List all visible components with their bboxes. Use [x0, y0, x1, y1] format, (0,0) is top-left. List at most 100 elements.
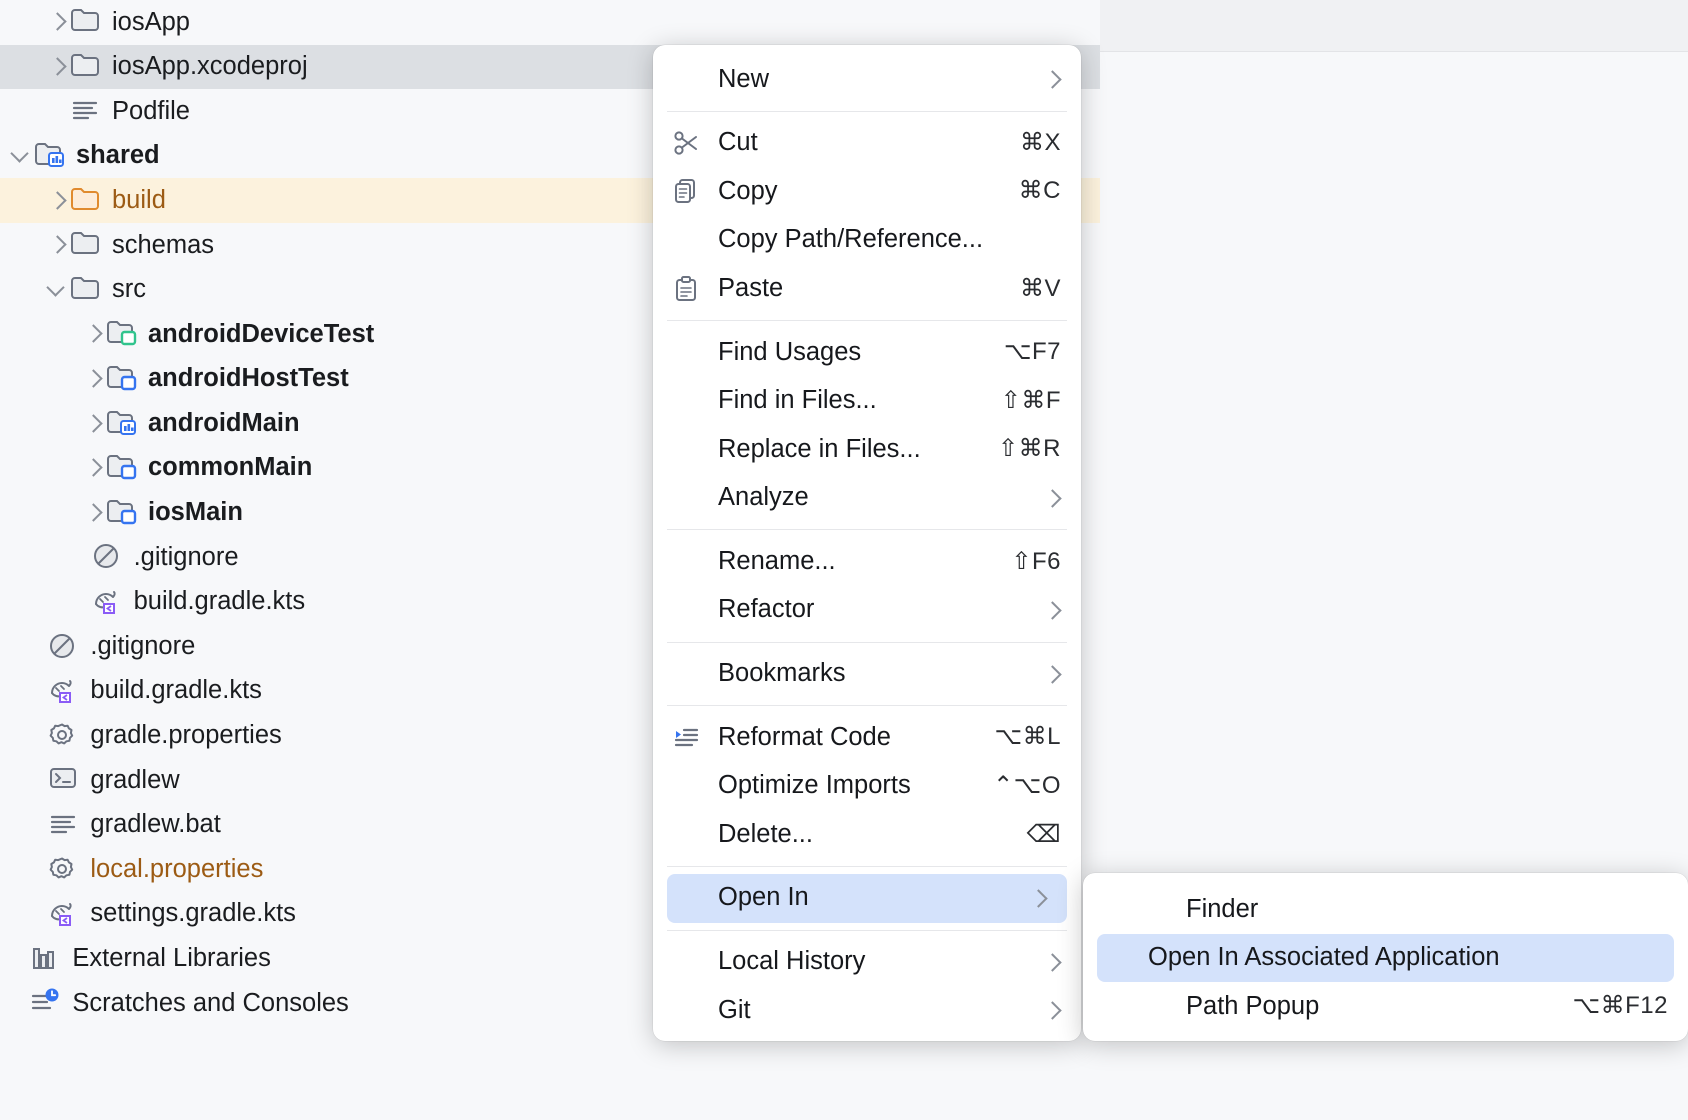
gitignore-icon [92, 542, 126, 572]
chevron-right-icon[interactable] [44, 54, 70, 80]
shell-script-icon [48, 765, 82, 795]
sourceroot-test-blue-icon [106, 498, 140, 528]
menu-separator [667, 866, 1067, 867]
menu-item-shortcut: ⌫ [1027, 823, 1067, 847]
menu-item-label: Optimize Imports [705, 773, 993, 799]
menu-item-label: Path Popup [1135, 994, 1572, 1020]
menu-item-shortcut: ⌃⌥O [993, 774, 1067, 798]
chevron-right-icon[interactable] [80, 321, 106, 347]
menu-item[interactable]: Open In [667, 874, 1067, 923]
open-in-submenu[interactable]: FinderOpen In Associated ApplicationPath… [1083, 873, 1688, 1041]
menu-item-label: Analyze [705, 485, 1041, 511]
menu-item[interactable]: Bookmarks [653, 650, 1081, 699]
tree-row-label: .gitignore [134, 545, 239, 571]
menu-item[interactable]: Rename...⇧F6 [653, 537, 1081, 586]
tree-row-label: build [112, 188, 166, 214]
tree-row-label: iosApp.xcodeproj [112, 54, 308, 80]
gradle-kotlin-icon [48, 676, 82, 706]
sourceroot-test-blue-icon [106, 364, 140, 394]
scratches-clock-icon [30, 988, 64, 1018]
chevron-right-icon[interactable] [80, 500, 106, 526]
tree-row-label: gradle.properties [90, 723, 281, 749]
tree-row-label: commonMain [148, 455, 312, 481]
menu-item-label: Reformat Code [705, 725, 994, 751]
menu-item-shortcut: ⌘C [1019, 179, 1067, 203]
menu-item[interactable]: Finder [1083, 885, 1688, 934]
tree-row-label: Podfile [112, 99, 190, 125]
menu-item-shortcut: ⌥⌘F12 [1572, 994, 1674, 1018]
menu-item[interactable]: Refactor [653, 586, 1081, 635]
tree-row-label: iosApp [112, 10, 190, 36]
menu-item[interactable]: Replace in Files...⇧⌘R [653, 425, 1081, 474]
menu-item[interactable]: Copy⌘C [653, 167, 1081, 216]
menu-item-label: Find Usages [705, 340, 1004, 366]
menu-item-label: Paste [705, 276, 1020, 302]
tree-row[interactable]: iosApp [0, 0, 1100, 45]
menu-item[interactable]: Find in Files...⇧⌘F [653, 377, 1081, 426]
text-file-icon [70, 96, 104, 126]
menu-item[interactable]: Local History [653, 938, 1081, 987]
chevron-right-icon[interactable] [80, 366, 106, 392]
text-file-icon [48, 810, 82, 840]
sourceroot-test-green-icon [106, 319, 140, 349]
menu-separator [667, 111, 1067, 112]
module-gradle-icon [34, 141, 68, 171]
menu-item[interactable]: Git [653, 986, 1081, 1035]
menu-item[interactable]: Open In Associated Application [1097, 934, 1674, 983]
menu-item[interactable]: Reformat Code⌥⌘L [653, 713, 1081, 762]
chevron-right-icon[interactable] [80, 455, 106, 481]
menu-item[interactable]: Delete...⌫ [653, 810, 1081, 859]
menu-item[interactable]: Cut⌘X [653, 119, 1081, 168]
menu-item-label: Rename... [705, 549, 1011, 575]
menu-item-label: Copy Path/Reference... [705, 227, 1067, 253]
menu-item-label: Delete... [705, 822, 1027, 848]
menu-item[interactable]: Path Popup⌥⌘F12 [1083, 982, 1688, 1031]
menu-item-label: Bookmarks [705, 661, 1041, 687]
sourceroot-main-bars-icon [106, 409, 140, 439]
chevron-right-icon[interactable] [44, 232, 70, 258]
editor-tab-strip [1100, 0, 1688, 52]
sourceroot-test-blue-icon [106, 453, 140, 483]
tree-row-label: androidDeviceTest [148, 322, 374, 348]
gradle-kotlin-icon [48, 899, 82, 929]
tree-row-label: androidHostTest [148, 366, 349, 392]
folder-plain-icon [70, 230, 104, 260]
tree-row-label: gradlew.bat [90, 812, 220, 838]
menu-item[interactable]: New [653, 55, 1081, 104]
menu-item[interactable]: Find Usages⌥F7 [653, 328, 1081, 377]
tree-row-label: schemas [112, 233, 214, 259]
menu-item-shortcut: ⌥⌘L [994, 725, 1067, 749]
tree-row-label: local.properties [90, 857, 263, 883]
menu-item[interactable]: Copy Path/Reference... [653, 216, 1081, 265]
menu-item-shortcut: ⌥F7 [1004, 340, 1067, 364]
tree-row-label: src [112, 277, 146, 303]
tree-row-label: External Libraries [72, 946, 270, 972]
menu-item-label: Copy [705, 179, 1019, 205]
menu-item-label: Refactor [705, 597, 1041, 623]
chevron-down-icon[interactable] [8, 143, 34, 169]
tree-row-label: Scratches and Consoles [72, 991, 348, 1017]
chevron-down-icon[interactable] [44, 277, 70, 303]
menu-item-label: Cut [705, 130, 1020, 156]
chevron-right-icon[interactable] [80, 411, 106, 437]
menu-separator [667, 930, 1067, 931]
menu-separator [667, 642, 1067, 643]
tree-row-label: build.gradle.kts [90, 678, 262, 704]
tree-row-label: settings.gradle.kts [90, 901, 296, 927]
menu-item[interactable]: Analyze [653, 474, 1081, 523]
menu-item[interactable]: Optimize Imports⌃⌥O [653, 762, 1081, 811]
scissors-icon [667, 129, 705, 157]
menu-item-label: Finder [1135, 897, 1674, 923]
folder-plain-icon [70, 52, 104, 82]
tree-row-label: .gitignore [90, 634, 195, 660]
chevron-right-icon[interactable] [44, 188, 70, 214]
tree-row-label: gradlew [90, 768, 179, 794]
tree-row-label: build.gradle.kts [134, 589, 306, 615]
folder-excluded-icon [70, 186, 104, 216]
context-menu[interactable]: NewCut⌘XCopy⌘CCopy Path/Reference...Past… [653, 45, 1081, 1041]
chevron-right-icon[interactable] [44, 9, 70, 35]
tree-row-label: iosMain [148, 500, 243, 526]
tree-row-label: shared [76, 143, 160, 169]
menu-item[interactable]: Paste⌘V [653, 264, 1081, 313]
gitignore-icon [48, 632, 82, 662]
